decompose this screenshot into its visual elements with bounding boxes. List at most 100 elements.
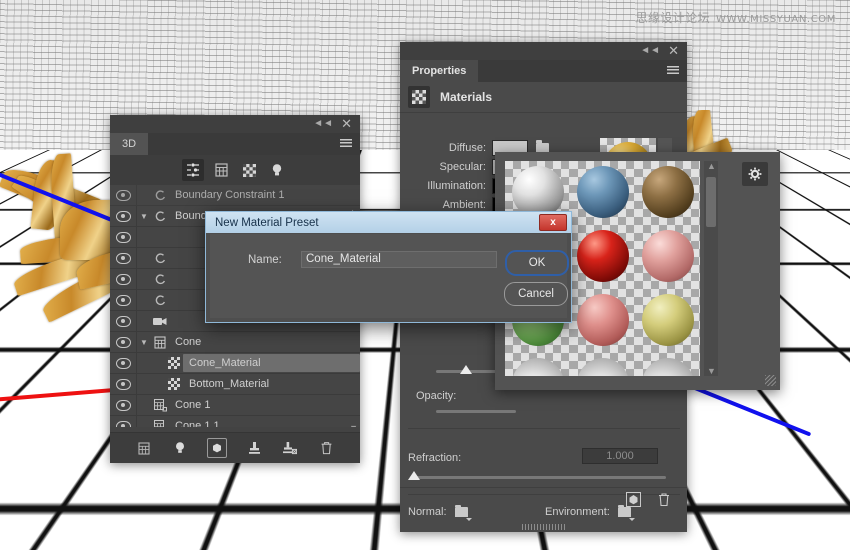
- material-filter-icon[interactable]: [238, 159, 260, 181]
- specular-label: Specular:: [439, 160, 486, 173]
- light-filter-icon[interactable]: [266, 159, 288, 181]
- material-swatch-chrome-white-material-3[interactable]: [635, 353, 700, 376]
- list-item-label: Cone 1 1: [175, 420, 220, 427]
- visibility-toggle[interactable]: [110, 395, 137, 415]
- double-chevron-left-icon[interactable]: ◄◄: [313, 119, 333, 129]
- name-label: Name:: [248, 254, 282, 266]
- gear-icon[interactable]: [742, 162, 768, 186]
- chevron-down-icon[interactable]: ▼: [349, 423, 358, 427]
- add-material-icon[interactable]: [245, 439, 263, 457]
- visibility-toggle[interactable]: [110, 248, 137, 268]
- remove-material-icon[interactable]: [281, 439, 299, 457]
- list-item-cone-material[interactable]: Cone_Material: [110, 353, 360, 374]
- properties-tab-row: Properties: [400, 60, 687, 82]
- refraction-value[interactable]: 1.000: [582, 448, 658, 464]
- add-environment-icon[interactable]: [207, 438, 227, 458]
- tab-properties[interactable]: Properties: [400, 60, 479, 82]
- mesh-filter-icon[interactable]: [210, 159, 232, 181]
- close-icon[interactable]: x: [539, 214, 567, 231]
- list-item-bottom-material[interactable]: Bottom_Material: [110, 374, 360, 395]
- new-material-icon[interactable]: [626, 492, 641, 512]
- list-item-label: Bottom_Material: [189, 378, 270, 390]
- delete-icon[interactable]: [317, 439, 335, 457]
- ambient-label: Ambient:: [442, 198, 486, 211]
- tab-3d[interactable]: 3D: [110, 133, 149, 155]
- list-item-cone-1-1[interactable]: Cone 1 1 ▼: [110, 416, 360, 427]
- material-picker-scrollbar[interactable]: ▲ ▼: [704, 161, 718, 376]
- double-chevron-left-icon[interactable]: ◄◄: [640, 46, 660, 56]
- material-swatch-red-fabric-material-2[interactable]: [570, 225, 635, 289]
- eye-icon: [115, 231, 131, 243]
- material-swatch-chrome-white-material-2[interactable]: [570, 353, 635, 376]
- visibility-toggle[interactable]: [110, 353, 137, 373]
- constraint-icon: [151, 189, 169, 201]
- cancel-button[interactable]: Cancel: [504, 282, 568, 306]
- list-item-label: Cone 1: [175, 399, 211, 411]
- 3d-filter-toolbar[interactable]: [110, 155, 360, 186]
- eye-icon: [115, 315, 131, 327]
- resize-grip-icon[interactable]: [765, 375, 776, 386]
- texture-menu-icon[interactable]: [536, 140, 553, 157]
- material-swatch-glass-rose-material[interactable]: [635, 225, 700, 289]
- name-input[interactable]: [301, 251, 497, 268]
- material-swatch-wood-brown-material[interactable]: [635, 161, 700, 225]
- delete-material-icon[interactable]: [657, 492, 671, 512]
- visibility-toggle[interactable]: [110, 206, 137, 226]
- material-icon: [165, 357, 183, 369]
- new-material-preset-dialog[interactable]: New Material Preset x Name: OK Cancel: [205, 211, 572, 323]
- refraction-slider[interactable]: [408, 471, 666, 480]
- panel-menu-icon[interactable]: [667, 66, 679, 75]
- material-swatch-glass-pink-material[interactable]: [570, 289, 635, 353]
- close-icon[interactable]: ✕: [668, 44, 679, 57]
- camera-icon: [151, 317, 169, 326]
- visibility-toggle[interactable]: [110, 332, 137, 352]
- dialog-body: Name: OK Cancel: [210, 234, 569, 318]
- add-mesh-icon[interactable]: [135, 439, 153, 457]
- mesh-icon: [151, 335, 169, 349]
- opacity-slider[interactable]: [436, 410, 516, 413]
- illumination-label: Illumination:: [427, 179, 486, 192]
- material-icon: [408, 86, 430, 108]
- list-item[interactable]: Boundary Constraint 1: [110, 185, 360, 206]
- eye-icon: [115, 252, 131, 264]
- panel-menu-icon[interactable]: [340, 139, 352, 148]
- list-item-cone-1[interactable]: Cone 1: [110, 395, 360, 416]
- 3d-panel-bottom-bar[interactable]: [110, 432, 360, 463]
- dialog-title-bar[interactable]: New Material Preset x: [206, 212, 571, 233]
- visibility-toggle[interactable]: [110, 416, 137, 427]
- divider-1: [408, 428, 680, 429]
- eye-icon: [115, 378, 131, 390]
- chevron-down-icon[interactable]: ▼: [707, 366, 716, 376]
- twisty-icon[interactable]: ▼: [137, 212, 151, 221]
- twisty-icon[interactable]: ▼: [137, 338, 151, 347]
- watermark: 思缘设计论坛 WWW.MISSYUAN.COM: [636, 9, 836, 26]
- ok-button[interactable]: OK: [505, 250, 569, 276]
- mesh-small-icon: [151, 419, 169, 427]
- 3d-tab-row: 3D: [110, 133, 360, 155]
- scene-filter-icon[interactable]: [182, 159, 204, 181]
- eye-icon: [115, 420, 131, 427]
- visibility-toggle[interactable]: [110, 269, 137, 289]
- eye-icon: [115, 336, 131, 348]
- scrollbar-thumb[interactable]: [706, 177, 716, 227]
- list-item[interactable]: ▼ Cone: [110, 332, 360, 353]
- close-icon[interactable]: ✕: [341, 117, 352, 130]
- add-light-icon[interactable]: [171, 439, 189, 457]
- visibility-toggle[interactable]: [110, 290, 137, 310]
- panel-resize-grip[interactable]: [521, 524, 566, 530]
- constraint-icon: [151, 294, 169, 306]
- list-item-label: Boundary Constraint 1: [175, 189, 285, 201]
- chevron-up-icon[interactable]: ▲: [707, 161, 716, 171]
- visibility-toggle[interactable]: [110, 185, 137, 205]
- materials-title: Materials: [440, 90, 493, 104]
- dialog-title: New Material Preset: [215, 216, 319, 229]
- eye-icon: [115, 273, 131, 285]
- visibility-toggle[interactable]: [110, 311, 137, 331]
- material-swatch-chrome-white-material-1[interactable]: [505, 353, 570, 376]
- visibility-toggle[interactable]: [110, 374, 137, 394]
- material-swatch-blue-steel-material[interactable]: [570, 161, 635, 225]
- eye-icon: [115, 294, 131, 306]
- constraint-icon: [151, 210, 169, 222]
- material-swatch-glass-olive-material[interactable]: [635, 289, 700, 353]
- visibility-toggle[interactable]: [110, 227, 137, 247]
